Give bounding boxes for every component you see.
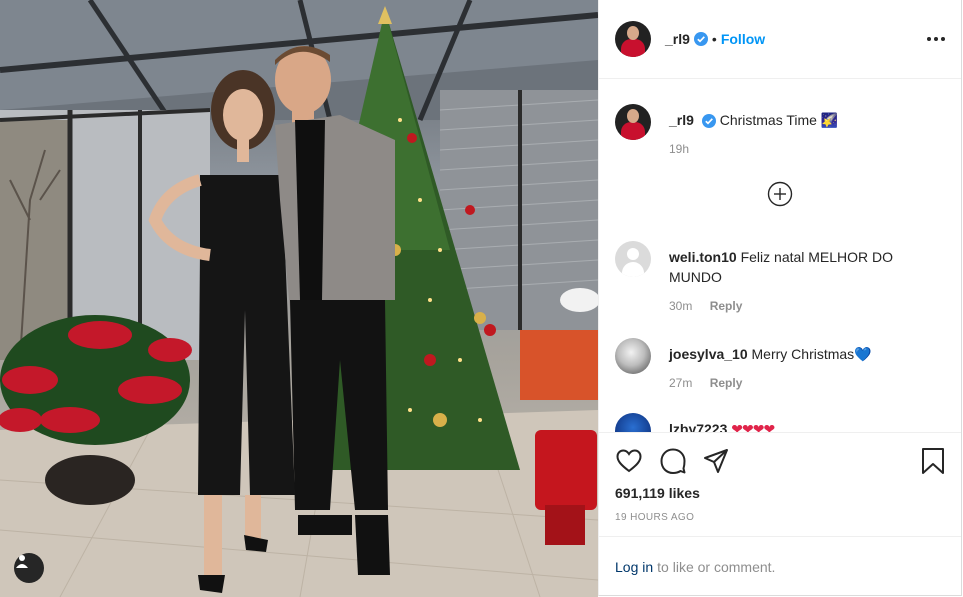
comment-text-line: lzby7223 ❤❤❤❤: [669, 413, 919, 432]
post-container: _rl9 • Follow _rl9 Christmas Time 🌠 19h …: [0, 0, 963, 597]
login-prompt: Log in to like or comment.: [599, 536, 961, 596]
post-timestamp[interactable]: 19 HOURS AGO: [615, 512, 694, 523]
comment-item: lzby7223 ❤❤❤❤: [615, 413, 945, 432]
follow-button[interactable]: Follow: [721, 31, 765, 47]
comment-item: weli.ton10 Feliz natal MELHOR DO MUNDO 3…: [615, 241, 945, 313]
comment-time[interactable]: 27m: [669, 376, 692, 390]
reply-button[interactable]: Reply: [710, 299, 743, 313]
more-options-icon[interactable]: [927, 30, 945, 48]
bookmark-icon[interactable]: [919, 447, 947, 475]
caption-time[interactable]: 19h: [669, 142, 838, 156]
comment-text-line: joesylva_10 Merry Christmas💙: [669, 338, 919, 364]
commenter-avatar[interactable]: [615, 241, 651, 277]
comment-emoji: 💙: [854, 346, 872, 362]
comment-icon[interactable]: [659, 447, 687, 475]
reply-button[interactable]: Reply: [710, 376, 743, 390]
share-icon[interactable]: [702, 447, 730, 475]
comment-text: Merry Christmas: [751, 346, 855, 362]
commenter-avatar[interactable]: [615, 413, 651, 432]
comment-time[interactable]: 30m: [669, 299, 692, 313]
commenter-username[interactable]: lzby7223: [669, 421, 727, 432]
separator-dot: •: [711, 31, 717, 47]
commenter-username[interactable]: joesylva_10: [669, 346, 748, 362]
verified-icon: [701, 114, 716, 129]
comment-meta: 27m Reply: [669, 376, 919, 390]
post-actions: 691,119 likes 19 HOURS AGO: [599, 432, 961, 536]
heart-icon[interactable]: [615, 447, 643, 475]
comments-section[interactable]: _rl9 Christmas Time 🌠 19h weli.ton10 Fel…: [599, 79, 961, 432]
login-prompt-text: to like or comment.: [657, 558, 776, 575]
login-link[interactable]: Log in: [615, 559, 653, 575]
caption-text-line: _rl9 Christmas Time 🌠: [669, 104, 838, 130]
likes-count[interactable]: 691,119 likes: [615, 485, 700, 501]
comment-item: joesylva_10 Merry Christmas💙 27m Reply: [615, 338, 945, 390]
comment-text: ❤❤❤❤: [731, 421, 775, 432]
user-tag-icon[interactable]: [14, 553, 44, 583]
load-more-icon[interactable]: [767, 181, 793, 207]
author-username[interactable]: _rl9: [665, 31, 690, 47]
caption-text: Christmas Time 🌠: [719, 112, 839, 128]
photo-scene: [0, 0, 598, 597]
post-side-panel: _rl9 • Follow _rl9 Christmas Time 🌠 19h …: [598, 0, 962, 596]
post-caption: _rl9 Christmas Time 🌠 19h: [615, 104, 945, 156]
author-avatar[interactable]: [615, 21, 651, 57]
commenter-username[interactable]: weli.ton10: [669, 249, 737, 265]
comment-meta: 30m Reply: [669, 299, 919, 313]
caption-avatar[interactable]: [615, 104, 651, 140]
verified-icon: [693, 32, 708, 46]
caption-username[interactable]: _rl9: [669, 112, 694, 128]
comment-text-line: weli.ton10 Feliz natal MELHOR DO MUNDO: [669, 241, 919, 287]
post-header: _rl9 • Follow: [599, 0, 961, 79]
post-photo[interactable]: [0, 0, 598, 597]
commenter-avatar[interactable]: [615, 338, 651, 374]
